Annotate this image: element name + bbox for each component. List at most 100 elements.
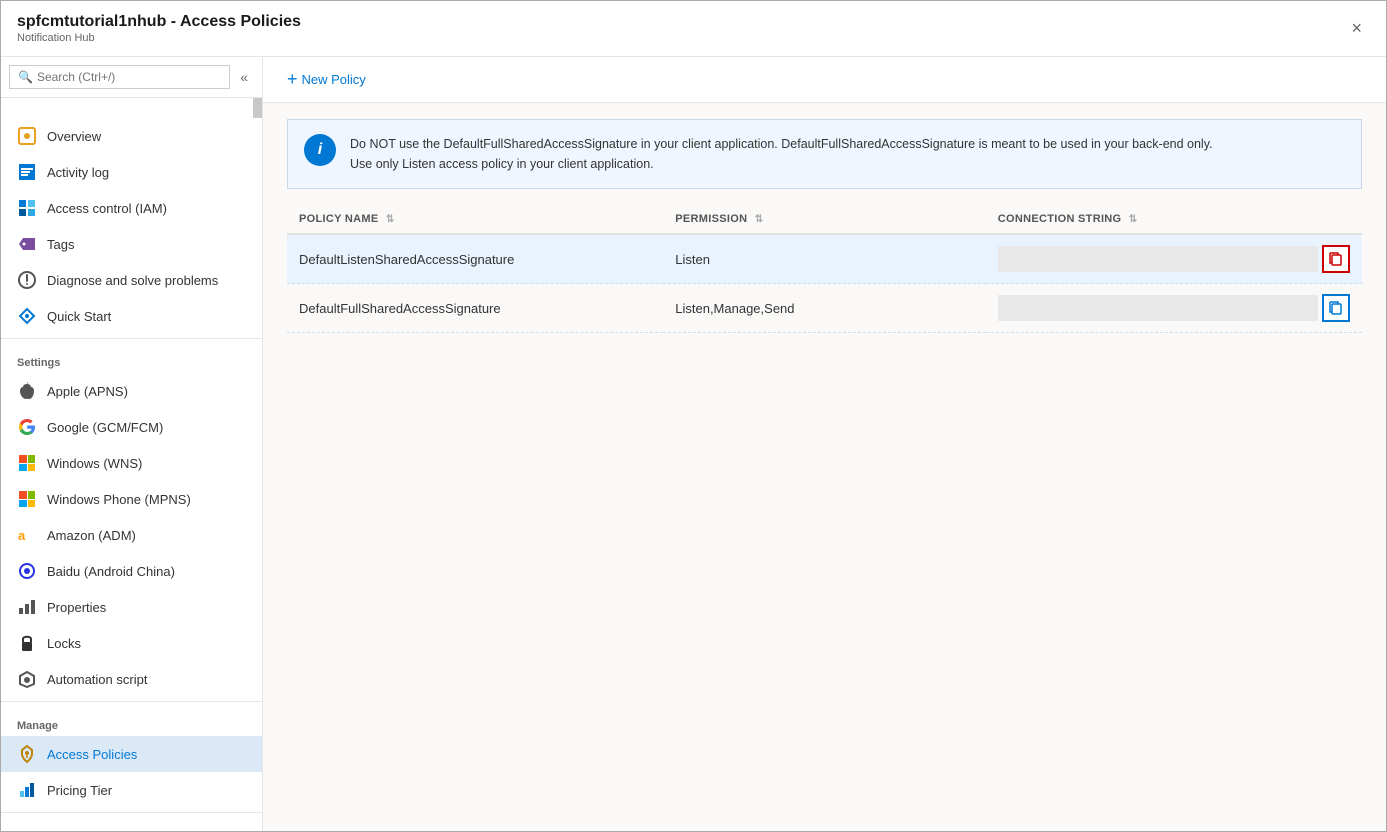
search-icon: 🔍 (18, 70, 33, 84)
sidebar-item-windows[interactable]: Windows (WNS) (1, 445, 262, 481)
sidebar-item-label-automation: Automation script (47, 672, 147, 687)
permission-cell: Listen,Manage,Send (663, 284, 986, 333)
table-header: POLICY NAME ⇅ PERMISSION ⇅ CONNECTION ST… (287, 205, 1362, 234)
new-policy-button[interactable]: + New Policy (287, 69, 366, 90)
sidebar-item-label-baidu: Baidu (Android China) (47, 564, 175, 579)
section-settings: Settings (1, 343, 262, 373)
diagnose-icon (17, 270, 37, 290)
overview-icon (17, 126, 37, 146)
info-text: Do NOT use the DefaultFullSharedAccessSi… (350, 134, 1213, 174)
conn-string-value (998, 246, 1318, 272)
sidebar-item-label-diagnose: Diagnose and solve problems (47, 273, 218, 288)
conn-string-container (998, 245, 1350, 273)
activity-log-icon (17, 162, 37, 182)
policy-name-cell: DefaultFullSharedAccessSignature (287, 284, 663, 333)
collapse-button[interactable]: « (234, 67, 254, 87)
locks-icon (17, 633, 37, 653)
permission-cell: Listen (663, 234, 986, 284)
main-content: + New Policy i Do NOT use the DefaultFul… (263, 57, 1386, 831)
sidebar-item-overview[interactable]: Overview (1, 118, 262, 154)
window-subtitle: Notification Hub (17, 32, 1343, 44)
sidebar-item-google[interactable]: Google (GCM/FCM) (1, 409, 262, 445)
copy-button-row1[interactable] (1322, 245, 1350, 273)
windows-icon (17, 453, 37, 473)
sidebar-item-label-apple: Apple (APNS) (47, 384, 128, 399)
access-policies-icon (17, 744, 37, 764)
sidebar-item-label-access-policies: Access Policies (47, 747, 137, 762)
header-policy-name: POLICY NAME ⇅ (287, 205, 663, 234)
conn-string-value (998, 295, 1318, 321)
iam-icon (17, 198, 37, 218)
sidebar-item-access-policies[interactable]: Access Policies (1, 736, 262, 772)
copy-button-row2[interactable] (1322, 294, 1350, 322)
divider-settings (1, 338, 262, 339)
table-body: DefaultListenSharedAccessSignature Liste… (287, 234, 1362, 333)
amazon-icon: a (17, 525, 37, 545)
header-connection-string: CONNECTION STRING ⇅ (986, 205, 1362, 234)
divider-manage (1, 701, 262, 702)
sidebar-item-label-activity: Activity log (47, 165, 109, 180)
copy-icon (1329, 301, 1343, 315)
sidebar-item-baidu[interactable]: Baidu (Android China) (1, 553, 262, 589)
sidebar-item-tags[interactable]: Tags (1, 226, 262, 262)
section-monitoring: Monitoring (1, 817, 262, 831)
apple-icon (17, 381, 37, 401)
new-policy-label: New Policy (302, 72, 366, 87)
table-row[interactable]: DefaultListenSharedAccessSignature Liste… (287, 234, 1362, 284)
baidu-icon (17, 561, 37, 581)
sidebar-item-quickstart[interactable]: Quick Start (1, 298, 262, 334)
sidebar-item-locks[interactable]: Locks (1, 625, 262, 661)
svg-text:a: a (18, 528, 26, 543)
sidebar-item-diagnose[interactable]: Diagnose and solve problems (1, 262, 262, 298)
connection-string-cell (986, 234, 1362, 284)
sidebar-item-windows-phone[interactable]: Windows Phone (MPNS) (1, 481, 262, 517)
divider-monitoring (1, 812, 262, 813)
sort-icon-permission[interactable]: ⇅ (755, 214, 764, 225)
sidebar-item-activity[interactable]: Activity log (1, 154, 262, 190)
sidebar-item-automation[interactable]: Automation script (1, 661, 262, 697)
close-button[interactable]: × (1343, 14, 1370, 43)
sort-icon-connection[interactable]: ⇅ (1129, 214, 1138, 225)
windows-phone-icon (17, 489, 37, 509)
sidebar-item-amazon[interactable]: a Amazon (ADM) (1, 517, 262, 553)
window-title: spfcmtutorial1nhub - Access Policies (17, 13, 1343, 31)
quickstart-icon (17, 306, 37, 326)
properties-icon (17, 597, 37, 617)
tags-icon (17, 234, 37, 254)
sidebar-item-label-windows-phone: Windows Phone (MPNS) (47, 492, 191, 507)
search-box[interactable]: 🔍 (9, 65, 230, 89)
sidebar-item-pricing-tier[interactable]: Pricing Tier (1, 772, 262, 808)
search-input[interactable] (37, 70, 221, 84)
sidebar-item-label-overview: Overview (47, 129, 101, 144)
policies-table: POLICY NAME ⇅ PERMISSION ⇅ CONNECTION ST… (287, 205, 1362, 333)
sidebar-item-label-google: Google (GCM/FCM) (47, 420, 163, 435)
sidebar-item-label-tags: Tags (47, 237, 74, 252)
info-banner: i Do NOT use the DefaultFullSharedAccess… (287, 119, 1362, 189)
sort-icon-policy[interactable]: ⇅ (386, 214, 395, 225)
title-bar: spfcmtutorial1nhub - Access Policies Not… (1, 1, 1386, 57)
sidebar-item-label-windows: Windows (WNS) (47, 456, 142, 471)
sidebar-item-label-amazon: Amazon (ADM) (47, 528, 136, 543)
table-container: POLICY NAME ⇅ PERMISSION ⇅ CONNECTION ST… (287, 205, 1362, 333)
automation-icon (17, 669, 37, 689)
plus-icon: + (287, 69, 298, 90)
sidebar-item-iam[interactable]: Access control (IAM) (1, 190, 262, 226)
section-manage: Manage (1, 706, 262, 736)
sidebar-item-label-pricing-tier: Pricing Tier (47, 783, 112, 798)
sidebar-item-label-iam: Access control (IAM) (47, 201, 167, 216)
scroll-up-indicator (253, 98, 263, 118)
table-row[interactable]: DefaultFullSharedAccessSignature Listen,… (287, 284, 1362, 333)
sidebar-item-apple[interactable]: Apple (APNS) (1, 373, 262, 409)
sidebar-item-label-quickstart: Quick Start (47, 309, 111, 324)
sidebar-item-label-properties: Properties (47, 600, 106, 615)
toolbar: + New Policy (263, 57, 1386, 103)
google-icon (17, 417, 37, 437)
header-permission: PERMISSION ⇅ (663, 205, 986, 234)
sidebar-item-label-locks: Locks (47, 636, 81, 651)
sidebar: 🔍 « Overview Activity log (1, 57, 263, 831)
title-bar-content: spfcmtutorial1nhub - Access Policies Not… (17, 13, 1343, 44)
conn-string-container (998, 294, 1350, 322)
copy-icon (1329, 252, 1343, 266)
pricing-tier-icon (17, 780, 37, 800)
sidebar-item-properties[interactable]: Properties (1, 589, 262, 625)
